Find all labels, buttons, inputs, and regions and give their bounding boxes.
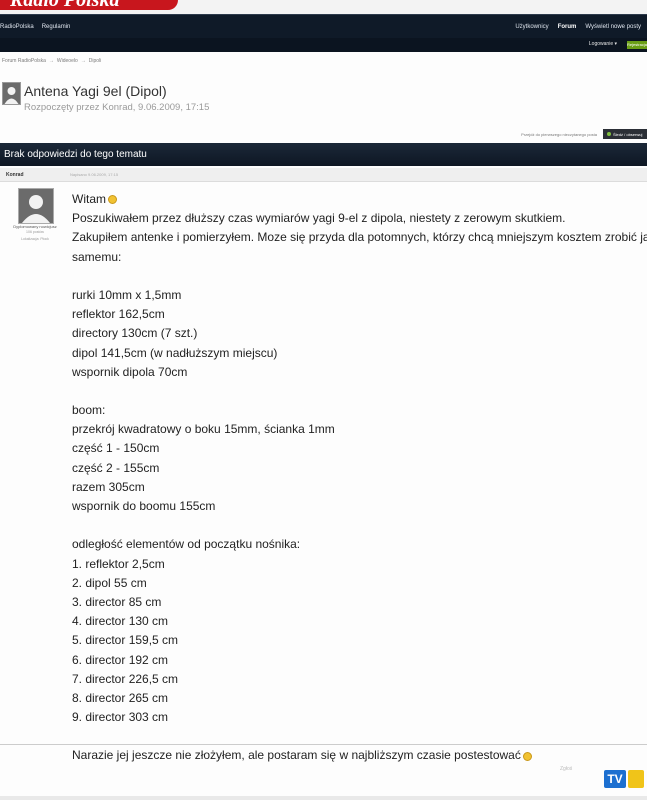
breadcrumb-item[interactable]: Forum RadioPolska (2, 58, 46, 64)
post-line (72, 382, 647, 401)
breadcrumb: Forum RadioPolska → Wideoelo → Dipoli (2, 58, 101, 64)
avatar[interactable] (18, 188, 54, 224)
post-line: Zakupiłem antenke i pomierzyłem. Moze si… (72, 230, 647, 245)
post-line: directory 130cm (7 szt.) (72, 326, 198, 341)
post-line: część 2 - 155cm (72, 460, 160, 475)
no-reply-header: Brak odpowiedzi do tego tematu (0, 143, 647, 166)
nav-link-forum[interactable]: Forum (558, 24, 577, 30)
tv-logo-accent (628, 770, 644, 788)
thread-starter-avatar[interactable] (2, 82, 21, 105)
post-line: Witam (72, 190, 647, 209)
tv-logo: TV (604, 770, 626, 788)
post-line: odległość elementów od początku nośnika: (72, 537, 301, 552)
thread-actions: Przejdź do pierwszego nieczytanego posta… (521, 129, 647, 139)
watermark-text: Zgłoś (560, 766, 573, 772)
user-silhouette-icon (19, 189, 53, 223)
post-line: wspornik do boomu 155cm (72, 499, 216, 513)
breadcrumb-separator: → (48, 58, 54, 64)
nav-link-users[interactable]: Użytkownicy (515, 24, 548, 30)
user-silhouette-icon (3, 83, 20, 104)
post-line: 5. director 159,5 cm (72, 633, 179, 648)
post-body: Witam Poszukiwałem przez dłuższy czas wym… (72, 190, 647, 766)
post-author[interactable]: Konrad (6, 172, 24, 178)
post-date[interactable]: Napisano 9.06.2009, 17:15 (70, 172, 118, 177)
post-line: część 1 - 150cm (72, 441, 160, 456)
post-line: rurki 10mm x 1,5mm (72, 287, 182, 302)
post-line: 7. director 226,5 cm (72, 671, 179, 686)
post-line: Poszukiwałem przez dłuższy czas wymiarów… (72, 211, 566, 226)
post-line: 4. director 130 cm (72, 614, 169, 629)
divider (0, 744, 647, 745)
post-line (72, 516, 647, 535)
post-line: 1. reflektor 2,5cm (72, 556, 165, 571)
post-line: razem 305cm (72, 479, 145, 494)
page-title: Antena Yagi 9el (Dipol) (24, 83, 167, 99)
nav-right: Użytkownicy Forum Wyświetl nowe posty (506, 15, 641, 39)
login-button[interactable]: Logowanie ▾ (589, 41, 617, 47)
page: Radio Polska RadioPolska Regulamin Użytk… (0, 0, 647, 800)
post-line: 3. director 85 cm (72, 594, 162, 609)
post-line: boom: (72, 403, 106, 418)
post-line: 6. director 192 cm (72, 652, 169, 667)
thread-meta: Rozpoczęty przez Konrad, 9.06.2009, 17:1… (24, 102, 210, 113)
no-reply-text: Brak odpowiedzi do tego tematu (4, 149, 147, 160)
smiley-icon (522, 751, 532, 761)
post-line: samemu: (72, 249, 122, 264)
post-line (72, 267, 647, 286)
post-header: Konrad Napisano 9.06.2009, 17:15 (0, 168, 647, 182)
nav-link-new-posts[interactable]: Wyświetl nowe posty (585, 24, 641, 30)
breadcrumb-item[interactable]: Wideoelo (57, 58, 78, 64)
nav-left: RadioPolska Regulamin (0, 15, 78, 39)
nav-link-home[interactable]: RadioPolska (0, 24, 34, 30)
user-post-count: 106 postów (26, 230, 44, 234)
post-line: przekrój kwadratowy o boku 15mm, ścianka… (72, 422, 335, 437)
smiley-icon (108, 195, 117, 205)
watch-icon (607, 132, 611, 136)
post-line: 2. dipol 55 cm (72, 575, 147, 590)
nav-link-rules[interactable]: Regulamin (42, 24, 71, 30)
post-line: Narazie jej jeszcze nie złożyłem, ale po… (72, 746, 647, 765)
watch-label: Śledź / obserwuj (613, 131, 643, 137)
site-logo[interactable]: Radio Polska (0, 0, 178, 10)
sub-bar: Logowanie ▾ Rejestracja (0, 38, 647, 52)
user-rank: Dyplomowany nowicjusz (13, 224, 57, 229)
post-line: 8. director 265 cm (72, 690, 169, 705)
first-unread-link[interactable]: Przejdź do pierwszego nieczytanego posta (521, 132, 597, 137)
post-line: reflektor 162,5cm (72, 307, 165, 322)
breadcrumb-item[interactable]: Dipoli (89, 58, 102, 64)
post-line: dipol 141,5cm (w nadłuższym miejscu) (72, 345, 278, 360)
register-button[interactable]: Rejestracja (627, 41, 647, 49)
breadcrumb-separator: → (80, 58, 86, 64)
post-line: 9. director 303 cm (72, 710, 169, 725)
content-area: Forum RadioPolska → Wideoelo → Dipoli Antena… (0, 52, 647, 796)
watch-button[interactable]: Śledź / obserwuj (603, 129, 647, 139)
main-nav: RadioPolska Regulamin Użytkownicy Forum … (0, 14, 647, 39)
user-location: Lokalizacja: Płock (21, 237, 49, 241)
top-banner: Radio Polska (0, 0, 647, 14)
post-line: wspornik dipola 70cm (72, 364, 188, 379)
